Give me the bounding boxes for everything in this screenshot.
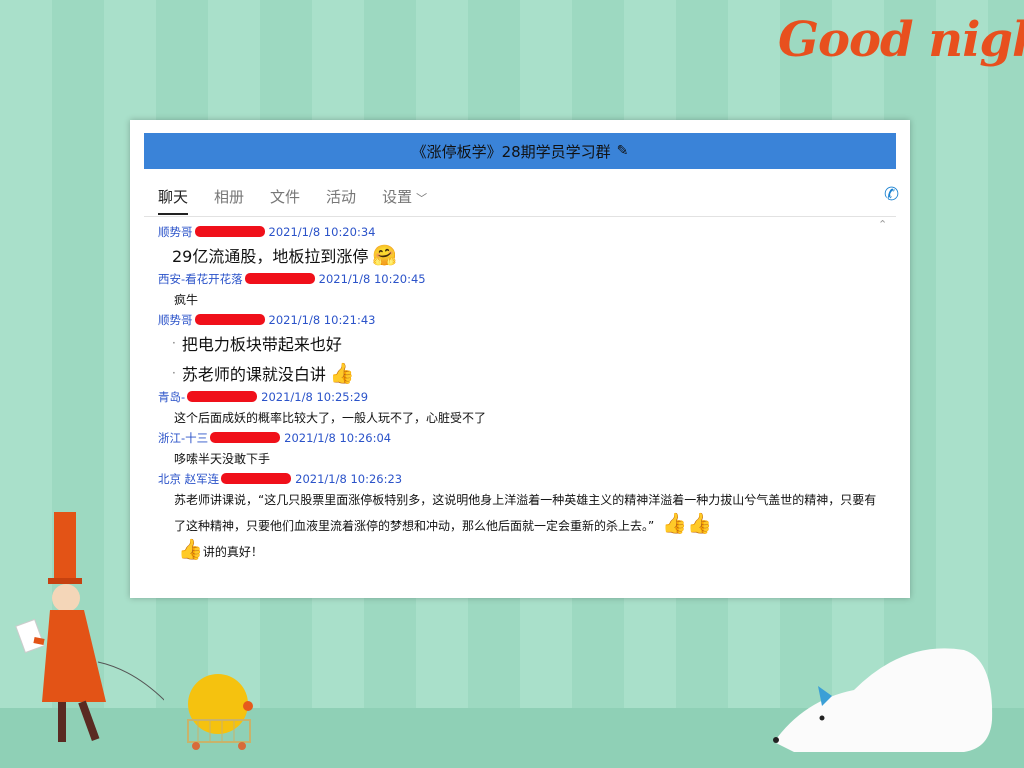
- sender-name: 顺势哥: [158, 224, 193, 239]
- bird-cart-illustration: [187, 674, 253, 750]
- message-text: 这个后面成妖的概率比较大了，一般人玩不了，心脏受不了: [174, 410, 487, 425]
- message-header: 顺势哥 2021/1/8 10:21:43: [158, 311, 888, 328]
- redaction-mark: [221, 473, 292, 484]
- message-text: 29亿流通股，地板拉到涨停 🤗: [172, 243, 398, 267]
- message-time: 2021/1/8 10:20:45: [318, 271, 426, 286]
- tab-chat[interactable]: 聊天: [158, 186, 189, 215]
- message-header: 浙江-十三 2021/1/8 10:26:04: [158, 429, 888, 446]
- message-list: 顺势哥 2021/1/8 10:20:34 29亿流通股，地板拉到涨停 🤗 西安-…: [158, 223, 888, 565]
- chevron-down-icon: ﹀: [416, 192, 428, 205]
- message-header: 青岛- 2021/1/8 10:25:29: [158, 388, 888, 405]
- sender-name: 青岛-: [158, 389, 186, 404]
- chat-window: 《涨停板学》28期学员学习群 ✎ 聊天 相册 文件 活动 设置 ﹀ ✆ ⌃ 顺势哥…: [130, 120, 910, 598]
- message-item: 浙江-十三 2021/1/8 10:26:04 哆嗦半天没敢下手: [158, 429, 888, 470]
- message-header: 顺势哥 2021/1/8 10:20:34: [158, 223, 888, 240]
- redaction-mark: [194, 314, 265, 325]
- tab-files[interactable]: 文件: [270, 186, 300, 215]
- sender-name: 顺势哥: [158, 312, 193, 327]
- thumbs-up-icon: 👍👍: [662, 511, 712, 535]
- redaction-mark: [244, 273, 315, 284]
- message-item: 青岛- 2021/1/8 10:25:29 这个后面成妖的概率比较大了，一般人玩…: [158, 388, 888, 429]
- message-text: 苏老师讲课说，“这几只股票里面涨停板特别多，这说明他身上洋溢着一种英雄主义的精神…: [174, 493, 877, 535]
- message-header: 北京 赵军连 2021/1/8 10:26:23: [158, 470, 888, 487]
- goodnight-logo: Good night: [778, 12, 1024, 68]
- message-item: 顺势哥 2021/1/8 10:21:43 · 把电力板块带起来也好 · 苏老师的课…: [158, 311, 888, 388]
- sender-name: 浙江-十三: [158, 430, 209, 445]
- redaction-mark: [187, 391, 258, 402]
- message-time: 2021/1/8 10:21:43: [268, 312, 376, 327]
- phone-icon[interactable]: ✆: [884, 184, 899, 205]
- redaction-mark: [194, 226, 265, 237]
- message-time: 2021/1/8 10:26:04: [284, 430, 392, 445]
- title-bar: 《涨停板学》28期学员学习群 ✎: [144, 133, 896, 169]
- bullet-icon: ·: [172, 366, 176, 380]
- tab-divider: [144, 216, 896, 217]
- pencil-icon[interactable]: ✎: [617, 143, 629, 159]
- tab-activities[interactable]: 活动: [326, 186, 356, 215]
- message-time: 2021/1/8 10:20:34: [268, 224, 376, 239]
- sender-name: 西安-看花开花落: [158, 271, 243, 286]
- polar-bear-illustration: [773, 648, 993, 752]
- tab-bar: 聊天 相册 文件 活动 设置 ﹀: [158, 186, 453, 215]
- message-text: 疯牛: [174, 292, 199, 307]
- bullet-icon: ·: [172, 336, 176, 350]
- message-time: 2021/1/8 10:25:29: [261, 389, 369, 404]
- message-text: · 苏老师的课就没白讲 👍: [172, 361, 355, 385]
- sender-name: 北京 赵军连: [158, 471, 220, 486]
- hug-emoji-icon: 🤗: [372, 243, 398, 267]
- group-title: 《涨停板学》28期学员学习群: [411, 142, 611, 161]
- redaction-mark: [210, 432, 281, 443]
- message-time: 2021/1/8 10:26:23: [295, 471, 403, 486]
- tab-settings[interactable]: 设置 ﹀: [382, 186, 427, 215]
- thumbs-up-icon: 👍: [178, 537, 203, 561]
- message-item: 顺势哥 2021/1/8 10:20:34 29亿流通股，地板拉到涨停 🤗: [158, 223, 888, 270]
- message-item: 北京 赵军连 2021/1/8 10:26:23 苏老师讲课说，“这几只股票里面…: [158, 470, 888, 565]
- message-text: 哆嗦半天没敢下手: [174, 451, 271, 466]
- message-item: 西安-看花开花落 2021/1/8 10:20:45 疯牛: [158, 270, 888, 311]
- tab-album[interactable]: 相册: [214, 186, 244, 215]
- thumbs-up-icon: 👍: [329, 361, 355, 385]
- message-text: 👍讲的真好！: [178, 537, 263, 561]
- message-header: 西安-看花开花落 2021/1/8 10:20:45: [158, 270, 888, 287]
- message-text: · 把电力板块带起来也好: [172, 335, 342, 354]
